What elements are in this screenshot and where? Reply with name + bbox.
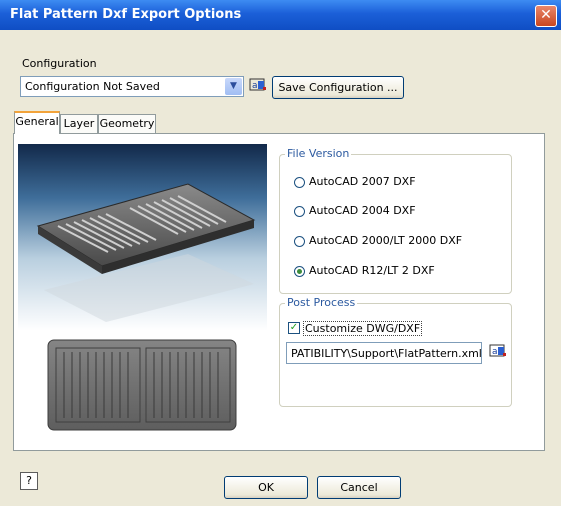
file-version-title: File Version xyxy=(285,147,352,160)
dialog-title: Flat Pattern Dxf Export Options xyxy=(10,7,242,22)
radio-autocad-2000[interactable] xyxy=(294,236,305,247)
ok-button[interactable]: OK xyxy=(224,476,308,499)
configuration-browse-button[interactable]: a xyxy=(248,77,268,97)
radio-autocad-2000-label[interactable]: AutoCAD 2000/LT 2000 DXF xyxy=(309,234,462,247)
sheet-metal-part-illustration xyxy=(36,183,256,431)
close-icon: ✕ xyxy=(540,7,552,23)
radio-autocad-2007[interactable] xyxy=(294,177,305,188)
folder-browse-icon: a xyxy=(489,344,506,357)
customize-dwg-dxf-label[interactable]: Customize DWG/DXF xyxy=(303,321,423,336)
configuration-label: Configuration xyxy=(22,57,97,70)
radio-autocad-r12[interactable] xyxy=(294,266,305,277)
folder-browse-icon: a xyxy=(249,78,266,91)
tab-geometry[interactable]: Geometry xyxy=(98,114,156,133)
configuration-dropdown[interactable]: Configuration Not Saved ▼ xyxy=(20,76,244,97)
path-browse-button[interactable]: a xyxy=(488,343,508,363)
tab-general[interactable]: General xyxy=(14,111,60,134)
radio-autocad-2004[interactable] xyxy=(294,206,305,217)
cancel-button[interactable]: Cancel xyxy=(317,476,401,499)
radio-autocad-r12-label[interactable]: AutoCAD R12/LT 2 DXF xyxy=(309,264,435,277)
close-button[interactable]: ✕ xyxy=(535,5,557,27)
post-process-path-field[interactable]: PATIBILITY\Support\FlatPattern.xml xyxy=(286,342,482,364)
flat-pattern-preview-image xyxy=(18,144,267,445)
chevron-down-icon[interactable]: ▼ xyxy=(225,78,242,95)
customize-dwg-dxf-checkbox[interactable]: ✓ xyxy=(288,322,300,334)
configuration-selected-value: Configuration Not Saved xyxy=(25,80,160,93)
svg-text:a: a xyxy=(252,81,258,91)
radio-autocad-2007-label[interactable]: AutoCAD 2007 DXF xyxy=(309,175,416,188)
help-button[interactable]: ? xyxy=(20,472,38,490)
svg-text:a: a xyxy=(492,347,498,357)
post-process-path-value: PATIBILITY\Support\FlatPattern.xml xyxy=(291,347,482,360)
tab-layer[interactable]: Layer xyxy=(60,114,98,133)
dialog-window: Flat Pattern Dxf Export Options ✕ Config… xyxy=(0,0,561,506)
post-process-title: Post Process xyxy=(285,296,358,309)
save-configuration-button[interactable]: Save Configuration ... xyxy=(272,76,404,99)
radio-autocad-2004-label[interactable]: AutoCAD 2004 DXF xyxy=(309,204,416,217)
title-bar[interactable]: Flat Pattern Dxf Export Options ✕ xyxy=(0,0,561,30)
help-icon: ? xyxy=(26,474,32,487)
